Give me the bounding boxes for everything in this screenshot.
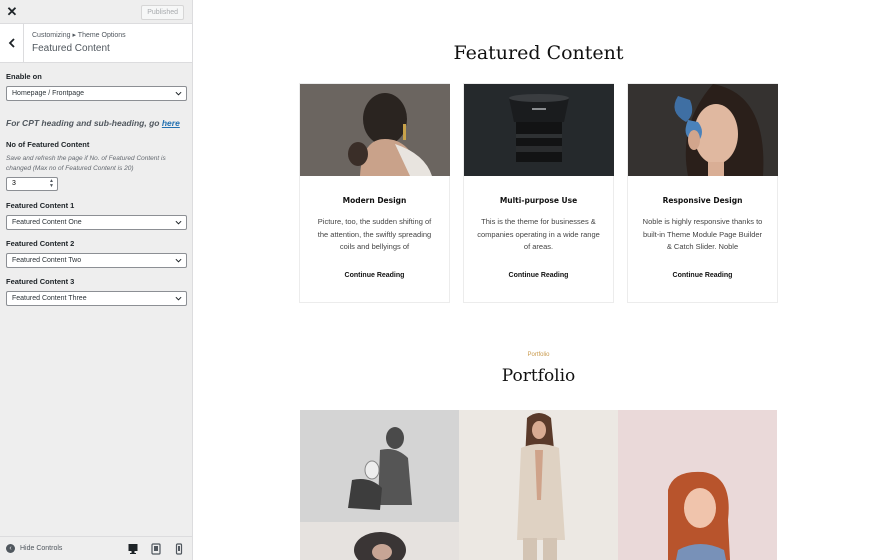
card-excerpt: Noble is highly responsive thanks to bui…: [642, 217, 763, 251]
portfolio-grid: [300, 410, 777, 560]
portfolio-image-woman-blazer[interactable]: [459, 410, 618, 560]
featured-count-value: 3: [12, 180, 16, 187]
collapse-icon: ‹: [6, 544, 15, 553]
card-title: Modern Design: [342, 196, 407, 205]
featured-item-3-select[interactable]: Featured Content Three: [6, 291, 187, 306]
featured-content-heading: Featured Content: [453, 42, 624, 64]
portfolio-heading: Portfolio: [501, 366, 576, 386]
enable-on-select[interactable]: Homepage / Frontpage: [6, 86, 187, 101]
portfolio-kicker: Portfolio: [527, 352, 550, 358]
card-excerpt: This is the theme for businesses & compa…: [477, 217, 600, 251]
hide-controls-button[interactable]: ‹ Hide Controls: [6, 544, 62, 553]
back-button[interactable]: [0, 24, 24, 62]
sidebar-topbar: ✕ Published: [0, 0, 192, 24]
featured-card: Modern Design Picture, too, the sudden s…: [299, 83, 450, 303]
featured-item-1-value: Featured Content One: [12, 219, 82, 226]
section-header: Customizing ▸ Theme Options Featured Con…: [0, 24, 192, 63]
featured-count-input[interactable]: 3 ▲ ▼: [6, 177, 58, 191]
chevron-down-icon: [175, 258, 182, 263]
continue-reading-link[interactable]: Continue Reading: [300, 272, 449, 279]
featured-item-1-select[interactable]: Featured Content One: [6, 215, 187, 230]
section-title: Featured Content: [32, 43, 110, 54]
featured-item-2-label: Featured Content 2: [6, 239, 75, 248]
sidebar-footer: ‹ Hide Controls: [0, 536, 192, 560]
mobile-icon[interactable]: [174, 543, 184, 555]
close-icon[interactable]: ✕: [0, 0, 24, 24]
hide-controls-label: Hide Controls: [20, 545, 63, 552]
chevron-down-icon: [175, 296, 182, 301]
tablet-icon[interactable]: [151, 543, 161, 555]
device-switcher: [128, 543, 184, 555]
publish-button[interactable]: Published: [141, 5, 184, 20]
featured-item-1-label: Featured Content 1: [6, 201, 75, 210]
featured-item-3-value: Featured Content Three: [12, 295, 87, 302]
chevron-down-icon: [175, 91, 182, 96]
chevron-left-icon: [8, 38, 15, 48]
card-title: Responsive Design: [662, 196, 743, 205]
featured-item-3-label: Featured Content 3: [6, 277, 75, 286]
breadcrumb: Customizing ▸ Theme Options: [32, 32, 126, 39]
portfolio-image-man-seated[interactable]: [300, 410, 459, 560]
portfolio-column-1: [300, 410, 459, 560]
card-excerpt: Picture, too, the sudden shifting of the…: [317, 217, 432, 251]
cpt-note: For CPT heading and sub-heading, go here: [6, 118, 186, 128]
portfolio-image-woman-redhead[interactable]: [618, 410, 777, 560]
featured-cards: Modern Design Picture, too, the sudden s…: [299, 83, 778, 303]
customizer-sidebar: ✕ Published Customizing ▸ Theme Options …: [0, 0, 193, 560]
card-image-woman-back[interactable]: [300, 84, 450, 176]
portfolio-column-2: [459, 410, 618, 560]
featured-card: Multi-purpose Use This is the theme for …: [463, 83, 614, 303]
featured-card: Responsive Design Noble is highly respon…: [627, 83, 778, 303]
card-title: Multi-purpose Use: [499, 196, 578, 205]
featured-count-description: Save and refresh the page if No. of Feat…: [6, 155, 166, 172]
chevron-down-icon: [175, 220, 182, 225]
enable-on-value: Homepage / Frontpage: [12, 90, 84, 97]
cpt-note-text: For CPT heading and sub-heading, go: [6, 118, 162, 128]
site-preview: Featured Content Modern Design Picture, …: [193, 0, 884, 560]
stepper-arrows-icon[interactable]: ▲ ▼: [49, 179, 54, 189]
desktop-icon[interactable]: [128, 543, 138, 555]
controls-panel: Enable on Homepage / Frontpage For CPT h…: [0, 63, 192, 306]
card-image-camera-lens[interactable]: [464, 84, 614, 176]
featured-item-2-select[interactable]: Featured Content Two: [6, 253, 187, 268]
continue-reading-link[interactable]: Continue Reading: [464, 272, 613, 279]
card-image-woman-butterfly[interactable]: [628, 84, 778, 176]
featured-item-2-value: Featured Content Two: [12, 257, 82, 264]
continue-reading-link[interactable]: Continue Reading: [628, 272, 777, 279]
cpt-note-link[interactable]: here: [162, 118, 180, 128]
featured-count-label: No of Featured Content: [6, 140, 90, 149]
enable-on-label: Enable on: [6, 72, 42, 81]
portfolio-column-3: [618, 410, 777, 560]
